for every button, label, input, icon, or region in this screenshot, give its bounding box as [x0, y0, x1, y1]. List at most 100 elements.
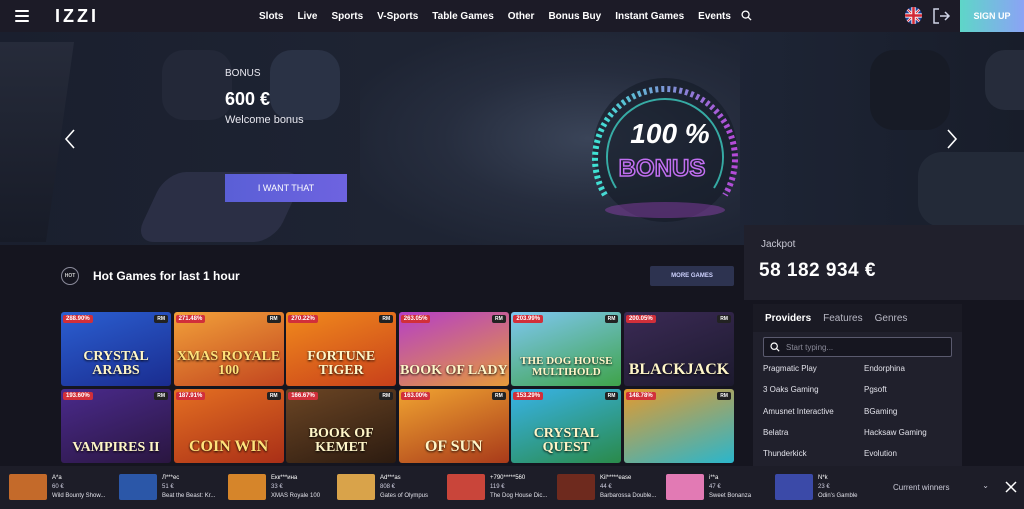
- chevron-left-icon[interactable]: [64, 128, 76, 150]
- winner-game: XMAS Royale 100: [271, 493, 321, 499]
- winner-game-thumbnail: [557, 474, 595, 500]
- game-percent-badge: 163.00%: [400, 392, 431, 400]
- provider-item[interactable]: Pragmatic Play: [763, 362, 864, 383]
- game-title: THE DOG HOUSE MULTIHOLD: [520, 355, 613, 378]
- nav-instant-games[interactable]: Instant Games: [615, 11, 684, 22]
- top-header: IZZI Slots Live Sports V-Sports Table Ga…: [0, 0, 1024, 32]
- game-tile[interactable]: 263.05% RM BOOK OF LADY: [398, 312, 509, 386]
- game-percent-badge: 187.91%: [175, 392, 206, 400]
- game-title: BOOK OF KEMET: [308, 426, 374, 455]
- winner-amount: 47 €: [709, 484, 721, 490]
- game-rm-badge: RM: [604, 315, 619, 323]
- gauge-text-1: 100 %: [630, 118, 709, 149]
- game-percent-badge: 288.90%: [63, 315, 93, 323]
- more-games-button[interactable]: MORE GAMES: [650, 266, 734, 286]
- provider-item[interactable]: BGaming: [864, 405, 958, 426]
- winner-item[interactable]: Kil*****ease 44 € Barbarossa Double...: [557, 474, 665, 502]
- winners-selector-label: Current winners: [893, 482, 950, 492]
- provider-search-input[interactable]: [786, 342, 946, 352]
- nav-events[interactable]: Events: [698, 11, 731, 22]
- winner-amount: 60 €: [52, 484, 64, 490]
- chevron-down-icon: ⌄: [982, 481, 989, 490]
- winner-amount: 808 €: [380, 484, 396, 490]
- game-tile[interactable]: 203.99% RM THE DOG HOUSE MULTIHOLD: [511, 312, 622, 386]
- game-tile[interactable]: 148.78% RM: [623, 389, 734, 463]
- winner-item[interactable]: Екк***ина 33 € XMAS Royale 100: [228, 474, 336, 502]
- game-tile[interactable]: 270.22% RM FORTUNE TIGER: [286, 312, 397, 386]
- nav-other[interactable]: Other: [508, 11, 535, 22]
- provider-item[interactable]: Endorphina: [864, 362, 958, 383]
- tab-genres[interactable]: Genres: [875, 313, 908, 324]
- hero-banner: 100 % BONUS BONUS 600 € Welcome bonus I …: [0, 32, 1024, 245]
- game-tile[interactable]: 200.05% RM BLACKJACK: [623, 312, 734, 386]
- winner-game-thumbnail: [337, 474, 375, 500]
- game-tile[interactable]: 166.67% RM BOOK OF KEMET: [286, 389, 397, 463]
- winner-amount: 33 €: [271, 484, 283, 490]
- game-percent-badge: 153.29%: [513, 392, 544, 400]
- provider-item[interactable]: Belatra: [763, 426, 864, 447]
- winner-item[interactable]: +790*****560 119 € The Dog House Dic...: [447, 474, 555, 502]
- winner-name: A*a: [52, 475, 62, 481]
- game-tile[interactable]: 288.90% RM CRYSTAL ARABS: [61, 312, 171, 386]
- winner-game: Sweet Bonanza: [709, 493, 752, 499]
- nav-bonus-buy[interactable]: Bonus Buy: [548, 11, 601, 22]
- providers-tabs: Providers Features Genres: [753, 304, 962, 332]
- winner-item[interactable]: N*k 23 € Odin's Gamble: [775, 474, 883, 502]
- game-title: XMAS ROYALE 100: [176, 349, 281, 378]
- gauge-text-2: BONUS: [619, 155, 706, 182]
- search-icon[interactable]: [741, 10, 752, 21]
- winner-item[interactable]: Л***ec 51 € Beat the Beast: Kr...: [119, 474, 227, 502]
- game-tile[interactable]: 163.00% RM OF SUN: [398, 389, 509, 463]
- menu-icon[interactable]: [15, 10, 29, 22]
- site-logo[interactable]: IZZI: [55, 6, 99, 27]
- game-rm-badge: RM: [492, 392, 506, 400]
- winner-item[interactable]: Ad***as 808 € Gates of Olympus: [337, 474, 445, 502]
- winner-name: Ad***as: [380, 475, 401, 481]
- game-tile[interactable]: 271.48% RM XMAS ROYALE 100: [173, 312, 284, 386]
- game-rm-badge: RM: [604, 392, 619, 400]
- game-tile[interactable]: 193.60% RM VAMPIRES II: [61, 389, 171, 463]
- winner-game-thumbnail: [775, 474, 813, 500]
- winner-name: Л***ec: [162, 475, 180, 481]
- close-icon[interactable]: [1005, 481, 1017, 493]
- nav-v-sports[interactable]: V-Sports: [377, 11, 418, 22]
- winner-name: +790*****560: [490, 475, 526, 481]
- winners-selector[interactable]: Current winners ⌄: [885, 475, 995, 499]
- nav-table-games[interactable]: Table Games: [432, 11, 494, 22]
- tab-features[interactable]: Features: [823, 313, 862, 324]
- want-that-button[interactable]: I WANT THAT: [225, 174, 347, 202]
- game-tile[interactable]: 187.91% RM COIN WIN: [173, 389, 284, 463]
- game-percent-badge: 193.60%: [63, 392, 93, 400]
- winner-game-thumbnail: [9, 474, 47, 500]
- game-percent-badge: 200.05%: [625, 315, 656, 323]
- provider-item[interactable]: Amusnet Interactive: [763, 405, 864, 426]
- provider-item[interactable]: 3 Oaks Gaming: [763, 383, 864, 404]
- winner-item[interactable]: A*a 60 € Wild Bounty Show...: [9, 474, 117, 502]
- hero-bonus-amount: 600 €: [225, 89, 271, 109]
- winner-item[interactable]: i**a 47 € Sweet Bonanza: [666, 474, 774, 502]
- game-title: VAMPIRES II: [72, 440, 160, 455]
- login-icon[interactable]: [931, 6, 951, 26]
- nav-sports[interactable]: Sports: [331, 11, 363, 22]
- nav-slots[interactable]: Slots: [259, 11, 283, 22]
- hero-decoration: [870, 50, 950, 130]
- provider-item[interactable]: Hacksaw Gaming: [864, 426, 958, 447]
- nav-live[interactable]: Live: [297, 11, 317, 22]
- game-title: CRYSTAL QUEST: [533, 426, 600, 455]
- winner-name: Екк***ина: [271, 475, 298, 481]
- game-rm-badge: RM: [266, 315, 281, 323]
- hero-decoration: [918, 152, 1024, 227]
- chevron-right-icon[interactable]: [946, 128, 958, 150]
- provider-item[interactable]: Pgsoft: [864, 383, 958, 404]
- game-percent-badge: 203.99%: [513, 315, 544, 323]
- uk-flag-icon[interactable]: [905, 7, 922, 24]
- game-title: FORTUNE TIGER: [307, 349, 376, 378]
- bonus-gauge-art: 100 % BONUS: [592, 78, 738, 222]
- winner-game: The Dog House Dic...: [490, 493, 548, 499]
- providers-list: Pragmatic Play Endorphina 3 Oaks Gaming …: [763, 362, 958, 468]
- signup-button[interactable]: SIGN UP: [960, 0, 1024, 32]
- game-tile[interactable]: 153.29% RM CRYSTAL QUEST: [511, 389, 622, 463]
- tab-providers[interactable]: Providers: [765, 313, 811, 324]
- winner-amount: 51 €: [162, 484, 174, 490]
- hero-decoration: [985, 50, 1024, 110]
